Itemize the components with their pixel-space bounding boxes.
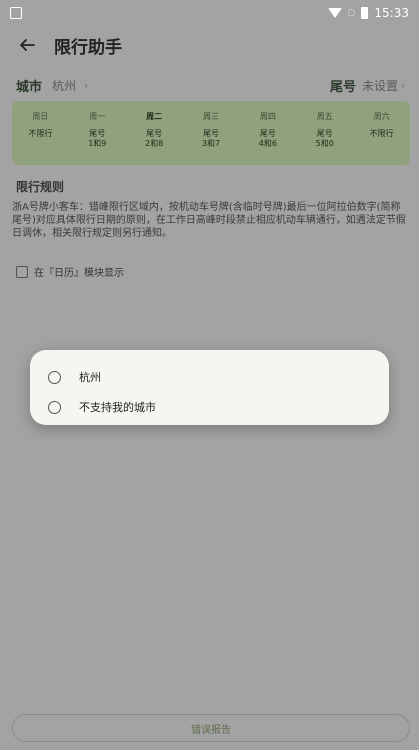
status-time: 15:33 bbox=[374, 6, 409, 20]
day-rule: 尾号 4和6 bbox=[258, 129, 277, 148]
dialog-option-hangzhou[interactable]: 杭州 bbox=[30, 362, 389, 392]
day-name: 周六 bbox=[373, 112, 390, 121]
day-name: 周日 bbox=[32, 112, 49, 121]
status-icons: ◌ 15:33 bbox=[327, 6, 409, 20]
day-name: 周二 bbox=[146, 112, 163, 121]
day-column-friday: 周五 尾号 5和0 bbox=[296, 101, 353, 165]
tail-number-label: 尾号 bbox=[330, 79, 357, 95]
error-report-button[interactable]: 错误报告 bbox=[12, 714, 410, 742]
day-name: 周一 bbox=[89, 112, 106, 121]
day-rule: 不限行 bbox=[28, 129, 53, 138]
status-bar: ◌ 15:33 bbox=[0, 0, 419, 26]
day-name: 周三 bbox=[203, 112, 219, 121]
option-label: 不支持我的城市 bbox=[79, 401, 156, 414]
city-value[interactable]: 杭州 bbox=[52, 77, 76, 94]
week-restriction-card: 周日 不限行 周一 尾号 1和9 周二 尾号 2和8 周三 尾号 3和7 周四 … bbox=[12, 101, 410, 165]
chevron-right-icon: › bbox=[84, 78, 89, 92]
day-column-saturday: 周六 不限行 bbox=[353, 101, 410, 165]
rules-section-title: 限行规则 bbox=[16, 180, 65, 194]
dialog-option-unsupported-city[interactable]: 不支持我的城市 bbox=[30, 392, 389, 422]
page-title: 限行助手 bbox=[54, 37, 122, 58]
arrow-left-icon[interactable] bbox=[16, 34, 38, 56]
city-select-dialog: 杭州 不支持我的城市 bbox=[30, 350, 389, 425]
checkbox[interactable] bbox=[16, 265, 28, 278]
radio-button[interactable] bbox=[48, 400, 61, 414]
option-label: 杭州 bbox=[79, 371, 101, 384]
city-row: 城市 杭州 › 尾号 未设置 › bbox=[0, 74, 419, 96]
day-column-tuesday: 周二 尾号 2和8 bbox=[126, 101, 183, 165]
chevron-right-icon: › bbox=[401, 78, 406, 92]
wifi-icon bbox=[327, 8, 342, 18]
radio-button[interactable] bbox=[48, 370, 61, 384]
day-name: 周五 bbox=[316, 112, 333, 121]
signal-icon: ◌ bbox=[347, 8, 356, 18]
checkbox-label: 在『日历』模块显示 bbox=[34, 268, 124, 279]
tail-number-value[interactable]: 未设置 bbox=[362, 77, 398, 94]
app-bar: 限行助手 bbox=[0, 26, 419, 64]
day-rule: 尾号 3和7 bbox=[201, 129, 221, 148]
day-column-monday: 周一 尾号 1和9 bbox=[69, 101, 126, 165]
day-rule: 尾号 5和0 bbox=[315, 129, 334, 148]
day-column-thursday: 周四 尾号 4和6 bbox=[239, 101, 296, 165]
day-column-sunday: 周日 不限行 bbox=[12, 101, 69, 165]
battery-icon bbox=[361, 7, 369, 19]
calendar-display-toggle[interactable]: 在『日历』模块显示 bbox=[16, 264, 124, 279]
day-rule: 尾号 1和9 bbox=[88, 129, 107, 148]
city-label: 城市 bbox=[16, 79, 43, 95]
day-column-wednesday: 周三 尾号 3和7 bbox=[183, 101, 240, 165]
notification-icon bbox=[10, 7, 22, 19]
day-rule: 尾号 2和8 bbox=[145, 129, 164, 148]
day-rule: 不限行 bbox=[369, 129, 394, 138]
day-name: 周四 bbox=[259, 112, 276, 121]
rules-description: 浙A号牌小客车：错峰限行区域内，按机动车号牌(含临时号牌)最后一位阿拉伯数字(简… bbox=[12, 202, 406, 239]
